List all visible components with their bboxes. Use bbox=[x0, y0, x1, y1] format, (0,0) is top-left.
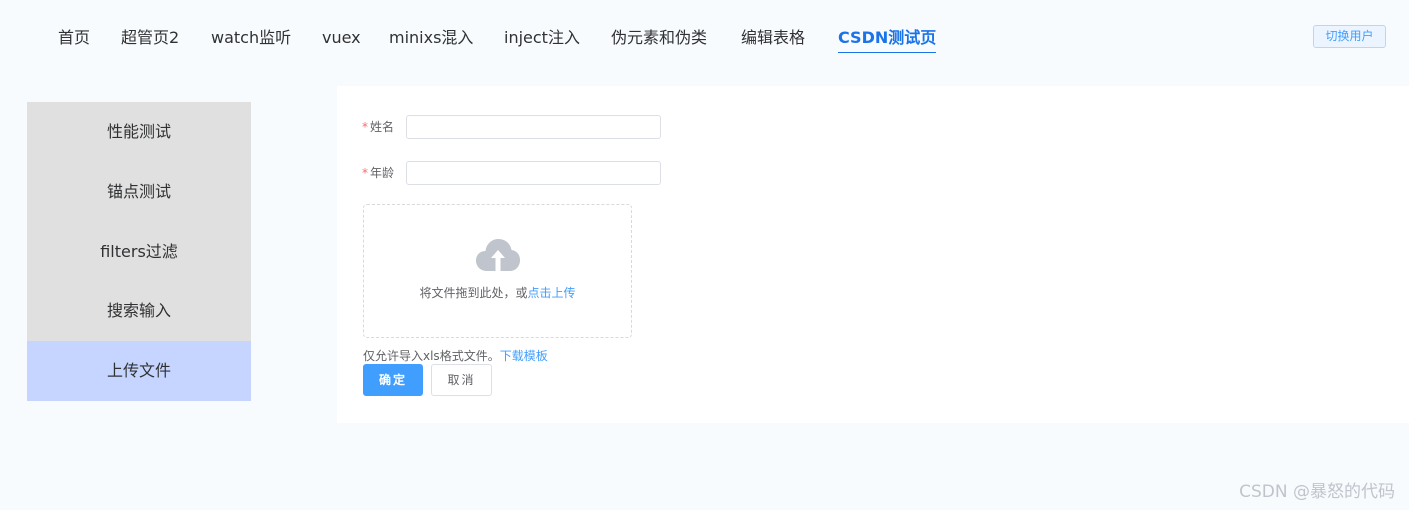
upload-cloud-icon bbox=[476, 239, 520, 271]
top-navigation: 首页 超管页2 watch监听 vuex minixs混入 inject注入 伪… bbox=[0, 0, 1409, 78]
required-mark: * bbox=[362, 166, 368, 180]
click-upload-link[interactable]: 点击上传 bbox=[528, 286, 576, 300]
cancel-button[interactable]: 取消 bbox=[431, 364, 492, 396]
nav-item-super-admin-2[interactable]: 超管页2 bbox=[121, 26, 179, 52]
nav-item-csdn-test[interactable]: CSDN测试页 bbox=[838, 26, 937, 53]
nav-item-home[interactable]: 首页 bbox=[58, 26, 90, 52]
sidebar: 性能测试 锚点测试 filters过滤 搜索输入 上传文件 bbox=[27, 102, 251, 401]
age-label-text: 年龄 bbox=[370, 166, 395, 180]
confirm-button[interactable]: 确定 bbox=[363, 364, 423, 396]
nav-item-inject[interactable]: inject注入 bbox=[504, 26, 580, 52]
sidebar-item-upload-file[interactable]: 上传文件 bbox=[27, 341, 251, 401]
nav-item-mixins[interactable]: minixs混入 bbox=[389, 26, 473, 52]
age-input[interactable] bbox=[406, 161, 661, 185]
switch-user-button[interactable]: 切换用户 bbox=[1313, 25, 1386, 48]
upload-hint: 将文件拖到此处，或 bbox=[419, 286, 528, 300]
name-label: * 姓名 bbox=[362, 115, 406, 139]
upload-dropzone[interactable]: 将文件拖到此处，或点击上传 bbox=[363, 204, 632, 338]
nav-item-watch[interactable]: watch监听 bbox=[211, 26, 291, 52]
upload-tip-text: 仅允许导入xls格式文件。 bbox=[363, 349, 500, 363]
nav-item-pseudo[interactable]: 伪元素和伪类 bbox=[611, 26, 707, 52]
sidebar-item-filters[interactable]: filters过滤 bbox=[27, 222, 251, 282]
sidebar-item-anchor[interactable]: 锚点测试 bbox=[27, 162, 251, 222]
watermark: CSDN @暴怒的代码 bbox=[1239, 482, 1395, 502]
name-label-text: 姓名 bbox=[370, 120, 395, 134]
nav-item-vuex[interactable]: vuex bbox=[322, 26, 361, 52]
nav-item-edit-table[interactable]: 编辑表格 bbox=[741, 26, 805, 52]
main-panel: * 姓名 * 年龄 将文件拖到此处，或点击上传 仅允许导入xls格式文件。下载模板 … bbox=[337, 86, 1409, 423]
upload-text: 将文件拖到此处，或点击上传 bbox=[364, 284, 631, 301]
upload-tip: 仅允许导入xls格式文件。下载模板 bbox=[363, 348, 548, 364]
sidebar-item-search-input[interactable]: 搜索输入 bbox=[27, 281, 251, 341]
download-template-link[interactable]: 下载模板 bbox=[500, 349, 548, 363]
name-input[interactable] bbox=[406, 115, 661, 139]
sidebar-item-performance[interactable]: 性能测试 bbox=[27, 102, 251, 162]
age-label: * 年龄 bbox=[362, 161, 406, 185]
required-mark: * bbox=[362, 120, 368, 134]
